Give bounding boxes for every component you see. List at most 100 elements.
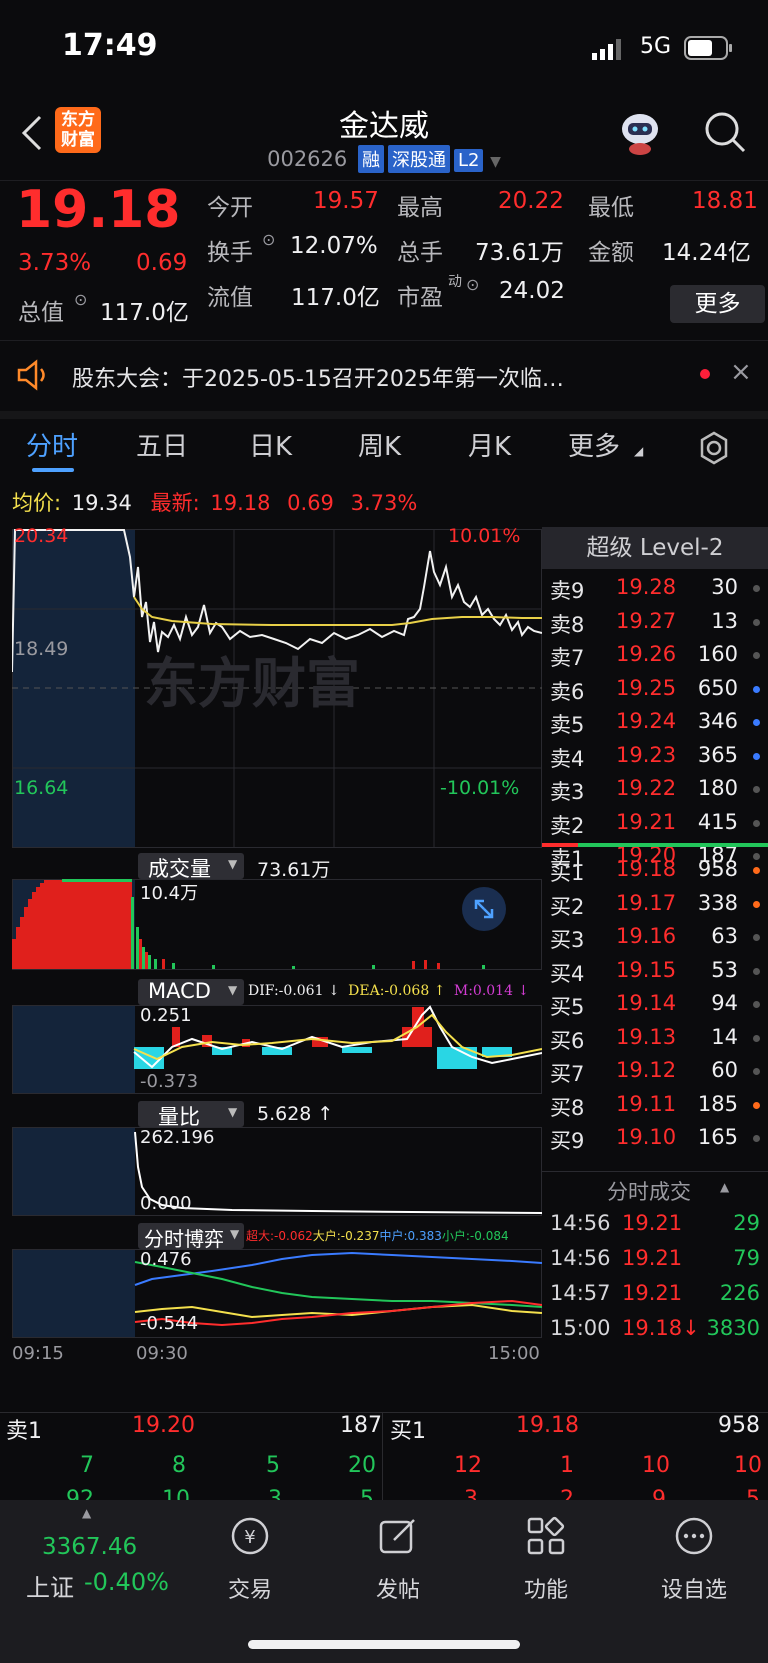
order-book[interactable]: 超级 Level-2 卖9 19.28 30 卖8 19.27 13 卖7 19.26 160 卖…: [542, 527, 768, 1407]
bid-row[interactable]: 买1 19.18 958: [542, 853, 768, 888]
bid-level: 买1: [550, 861, 585, 885]
bid-dot: [753, 967, 760, 975]
bid-dot: [753, 900, 760, 908]
ask-row[interactable]: 卖9 19.28 30: [542, 571, 768, 606]
ask-price: 19.27: [616, 608, 677, 633]
avg-value: 19.34: [71, 491, 132, 515]
notice-banner[interactable]: 股东大会：于2025-05-15召开2025年第一次临… ×: [0, 340, 768, 419]
expand-icon: [474, 899, 494, 919]
ask-level: 卖8: [550, 612, 585, 637]
tab-monthly-k[interactable]: 月K: [468, 426, 511, 463]
volume-selector[interactable]: 成交量 ▼: [138, 853, 244, 881]
tick-row: 14:57 19.21 226: [542, 1277, 768, 1312]
ask-row[interactable]: 卖2 19.21 415: [542, 806, 768, 841]
level1-bar: 卖1 19.20 187 买1 19.18 958 7 8 5 20 12 1 …: [0, 1412, 768, 1501]
nav-post-label: 发帖: [375, 1578, 420, 1603]
nav-trade-label: 交易: [227, 1578, 272, 1603]
expand-button[interactable]: [462, 887, 506, 931]
ask-row[interactable]: 卖6 19.25 650: [542, 672, 768, 707]
ask-row[interactable]: 卖3 19.22 180: [542, 772, 768, 807]
top-price-label: 20.34: [14, 525, 69, 547]
bid-price: 19.15: [616, 957, 677, 982]
bid-row[interactable]: 买9 19.10 165: [542, 1121, 768, 1156]
ask-row[interactable]: 卖8 19.27 13: [542, 605, 768, 640]
info-dots-icon[interactable]: ⊙: [74, 290, 87, 309]
index-change: -0.40%: [84, 1568, 169, 1596]
tab-more[interactable]: 更多: [568, 426, 620, 463]
bid-volume: 94: [711, 991, 738, 1015]
ask-dot: [753, 652, 760, 659]
macd-selector[interactable]: MACD ▼: [138, 979, 244, 1005]
tick-time: 15:00: [550, 1316, 611, 1340]
mktcap-label: 总值: [18, 300, 64, 326]
dropdown-icon: ▼: [228, 857, 238, 871]
info-dots-icon[interactable]: ⊙: [262, 230, 275, 249]
nav-functions[interactable]: 功能: [491, 1514, 601, 1604]
sell-queue2-1: 10: [162, 1487, 190, 1501]
macd-top-label: 0.251: [140, 1005, 192, 1026]
search-icon[interactable]: [702, 109, 748, 155]
ask-row[interactable]: 卖7 19.26 160: [542, 638, 768, 673]
gear-icon[interactable]: [696, 430, 732, 466]
bid-price: 19.18: [616, 857, 677, 881]
high-value: 20.22: [498, 188, 564, 214]
bid-volume: 185: [697, 1091, 738, 1116]
volume-panel-value: 73.61万: [257, 859, 331, 881]
float-label: 流值: [207, 285, 253, 311]
time-label-open: 09:15: [12, 1343, 64, 1364]
bid-row[interactable]: 买4 19.15 53: [542, 954, 768, 989]
bid-row[interactable]: 买2 19.17 338: [542, 887, 768, 922]
open-label: 今开: [207, 195, 253, 221]
index-widget[interactable]: ▲ 3367.46 上证 -0.40%: [0, 1500, 180, 1610]
tb-buy-label: 买1: [390, 1419, 426, 1444]
sell-queue2-2: 3: [268, 1487, 282, 1501]
close-icon[interactable]: ×: [730, 357, 752, 387]
tag-l2: L2: [453, 149, 484, 172]
dropdown-icon: ▼: [230, 1227, 240, 1241]
ask-row[interactable]: 卖5 19.24 346: [542, 705, 768, 740]
dropdown-icon: ▼: [228, 983, 238, 997]
nav-trade[interactable]: ¥ 交易: [195, 1514, 305, 1604]
tb-sell-label: 卖1: [6, 1419, 42, 1444]
info-dots-icon[interactable]: ⊙: [466, 275, 479, 294]
dropdown-icon: ▼: [228, 1105, 238, 1119]
ask-level: 卖2: [550, 813, 585, 838]
tick-price: 19.18↓: [622, 1316, 700, 1340]
sell-queue-1: 8: [172, 1453, 186, 1478]
edit-icon: [379, 1519, 415, 1554]
robot-assistant-icon[interactable]: [615, 107, 665, 157]
tab-weekly-k[interactable]: 周K: [358, 426, 401, 463]
bid-dot: [753, 934, 760, 941]
tab-intraday[interactable]: 分时: [26, 426, 78, 463]
sell-queue-2: 5: [266, 1453, 280, 1478]
ask-level: 卖6: [550, 679, 585, 704]
nav-watchlist[interactable]: 设自选: [639, 1514, 749, 1604]
tab-five-day[interactable]: 五日: [136, 426, 188, 463]
sell-queue2-3: 5: [360, 1487, 374, 1501]
tab-daily-k[interactable]: 日K: [249, 426, 292, 463]
macd-dif: DIF:-0.061 ↓: [248, 983, 340, 999]
ticks-header[interactable]: 分时成交 ▲: [542, 1171, 768, 1206]
ask-row[interactable]: 卖4 19.23 365: [542, 739, 768, 774]
sell-queue2-0: 92: [66, 1487, 94, 1501]
game-big: 大户:-0.237: [312, 1229, 380, 1243]
pe-label: 市盈: [397, 285, 443, 311]
ratio-selector[interactable]: 量比 ▼: [138, 1101, 244, 1129]
game-selector[interactable]: 分时博弈 ▼: [138, 1223, 244, 1251]
bid-row[interactable]: 买7 19.12 60: [542, 1054, 768, 1089]
bid-row[interactable]: 买8 19.11 185: [542, 1088, 768, 1123]
network-label: 5G: [640, 34, 672, 59]
bid-row[interactable]: 买5 19.14 94: [542, 987, 768, 1022]
bid-price: 19.17: [616, 890, 677, 915]
nav-post[interactable]: 发帖: [343, 1514, 453, 1604]
watermark: 东方财富: [144, 652, 360, 715]
chevron-down-icon: ▼: [490, 154, 501, 170]
level2-title[interactable]: 超级 Level-2: [542, 527, 768, 569]
intraday-chart[interactable]: 东方财富 20.34 18.49 16.64 10.01% -10.01% 成交…: [12, 525, 542, 1397]
buy-queue2-0: 3: [464, 1487, 478, 1501]
game-selector-label: 分时博弈: [144, 1227, 224, 1251]
bid-row[interactable]: 买3 19.16 63: [542, 920, 768, 955]
bid-price: 19.12: [616, 1058, 677, 1082]
bid-row[interactable]: 买6 19.13 14: [542, 1021, 768, 1056]
more-button[interactable]: 更多: [670, 285, 765, 323]
